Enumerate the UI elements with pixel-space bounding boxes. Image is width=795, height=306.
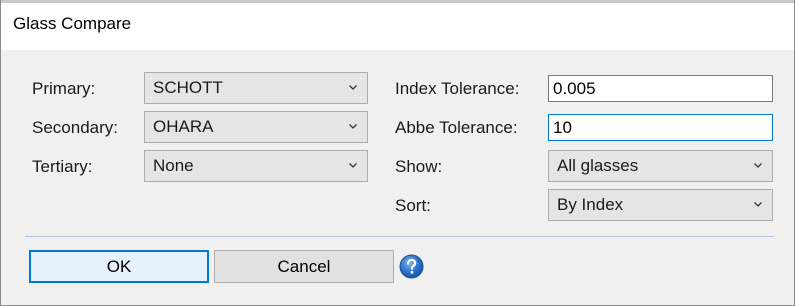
help-icon[interactable]	[399, 254, 424, 279]
tertiary-value: None	[153, 156, 194, 175]
secondary-label: Secondary:	[32, 118, 118, 137]
show-dropdown[interactable]: All glasses	[548, 150, 773, 182]
sort-value: By Index	[557, 195, 624, 214]
window-title: Glass Compare	[13, 14, 132, 33]
secondary-dropdown[interactable]: OHARA	[144, 111, 368, 143]
chevron-down-icon	[349, 163, 357, 168]
abbe-tolerance-input[interactable]: 10	[548, 114, 773, 141]
chevron-down-icon	[754, 163, 762, 168]
tertiary-dropdown[interactable]: None	[144, 150, 368, 182]
tertiary-label: Tertiary:	[32, 157, 93, 176]
index-tolerance-input[interactable]: 0.005	[548, 75, 773, 102]
ok-button[interactable]: OK	[29, 250, 209, 283]
index-tolerance-label: Index Tolerance:	[395, 79, 520, 98]
sort-dropdown[interactable]: By Index	[548, 189, 773, 221]
chevron-down-icon	[754, 202, 762, 207]
title-bar-top-strip	[1, 0, 794, 3]
glass-compare-dialog: Glass Compare Primary: SCHOTT Secondary:…	[0, 0, 795, 306]
cancel-button[interactable]: Cancel	[214, 250, 394, 283]
separator-line	[25, 236, 774, 237]
title-bar: Glass Compare	[1, 0, 794, 50]
chevron-down-icon	[349, 124, 357, 129]
show-value: All glasses	[557, 156, 639, 175]
sort-label: Sort:	[395, 196, 431, 215]
abbe-tolerance-label: Abbe Tolerance:	[395, 118, 518, 137]
primary-value: SCHOTT	[153, 78, 223, 97]
show-label: Show:	[395, 157, 443, 176]
secondary-value: OHARA	[153, 117, 214, 136]
primary-dropdown[interactable]: SCHOTT	[144, 72, 368, 104]
chevron-down-icon	[349, 85, 357, 90]
primary-label: Primary:	[32, 79, 96, 98]
